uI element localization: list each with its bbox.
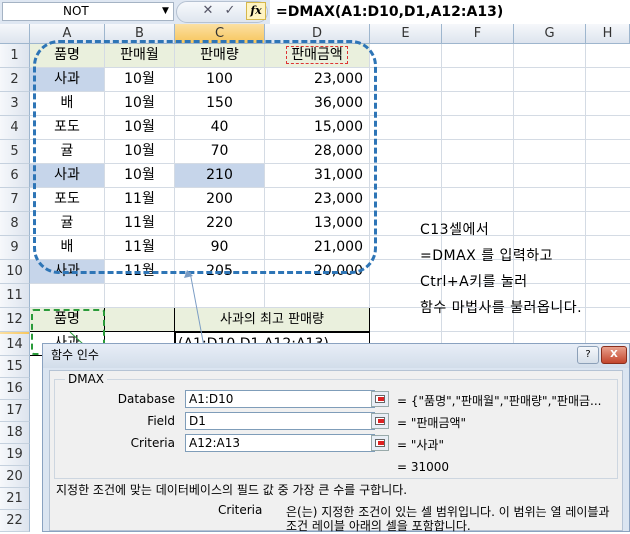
arg-input-database[interactable]: A1:D10 <box>185 390 375 408</box>
collapse-dialog-icon[interactable] <box>371 391 389 407</box>
note-line: Ctrl+A키를 눌러 <box>420 274 528 290</box>
arg-label-field: Field <box>147 414 175 428</box>
arg-help-text-line2: 조건 레이블 아래의 셀을 포함합니다. <box>286 519 471 533</box>
arg-label-criteria: Criteria <box>130 436 175 450</box>
arg-preview-database: = {"품명","판매월","판매량","판매금... <box>397 394 602 408</box>
arg-preview-criteria: = "사과" <box>397 438 444 452</box>
function-arguments-dialog: 함수 인수 ? X DMAX Database A1:D10 = {"품명","… <box>42 343 630 533</box>
collapse-dialog-icon[interactable] <box>371 435 389 451</box>
close-button[interactable]: X <box>601 346 627 364</box>
function-description: 지정한 조건에 맞는 데이터베이스의 필드 값 중 가장 큰 수를 구합니다. <box>56 483 408 497</box>
arg-help-name: Criteria <box>218 503 263 517</box>
note-line: C13셀에서 <box>420 222 490 238</box>
dialog-title: 함수 인수 <box>51 348 99 362</box>
instruction-note: C13셀에서 =DMAX 를 입력하고 Ctrl+A키를 눌러 함수 마법사를 … <box>420 217 630 321</box>
note-line: =DMAX 를 입력하고 <box>420 248 554 264</box>
function-name: DMAX <box>65 372 108 386</box>
arg-label-database: Database <box>117 392 175 406</box>
arg-input-field[interactable]: D1 <box>185 412 375 430</box>
arg-preview-field: = "판매금액" <box>397 416 467 430</box>
database-pointer-line <box>189 271 206 353</box>
function-group-box: DMAX Database A1:D10 = {"품명","판매월","판매량"… <box>54 372 618 479</box>
note-line: 함수 마법사를 불러옵니다. <box>420 300 583 316</box>
dialog-title-bar[interactable]: 함수 인수 <box>43 344 629 368</box>
database-pointer-arrowhead <box>184 270 193 278</box>
formula-result-preview: = 31000 <box>397 460 450 474</box>
collapse-dialog-icon[interactable] <box>371 413 389 429</box>
dialog-body: DMAX Database A1:D10 = {"품명","판매월","판매량"… <box>49 370 623 533</box>
arg-input-criteria[interactable]: A12:A13 <box>185 434 375 452</box>
help-button[interactable]: ? <box>577 346 599 364</box>
